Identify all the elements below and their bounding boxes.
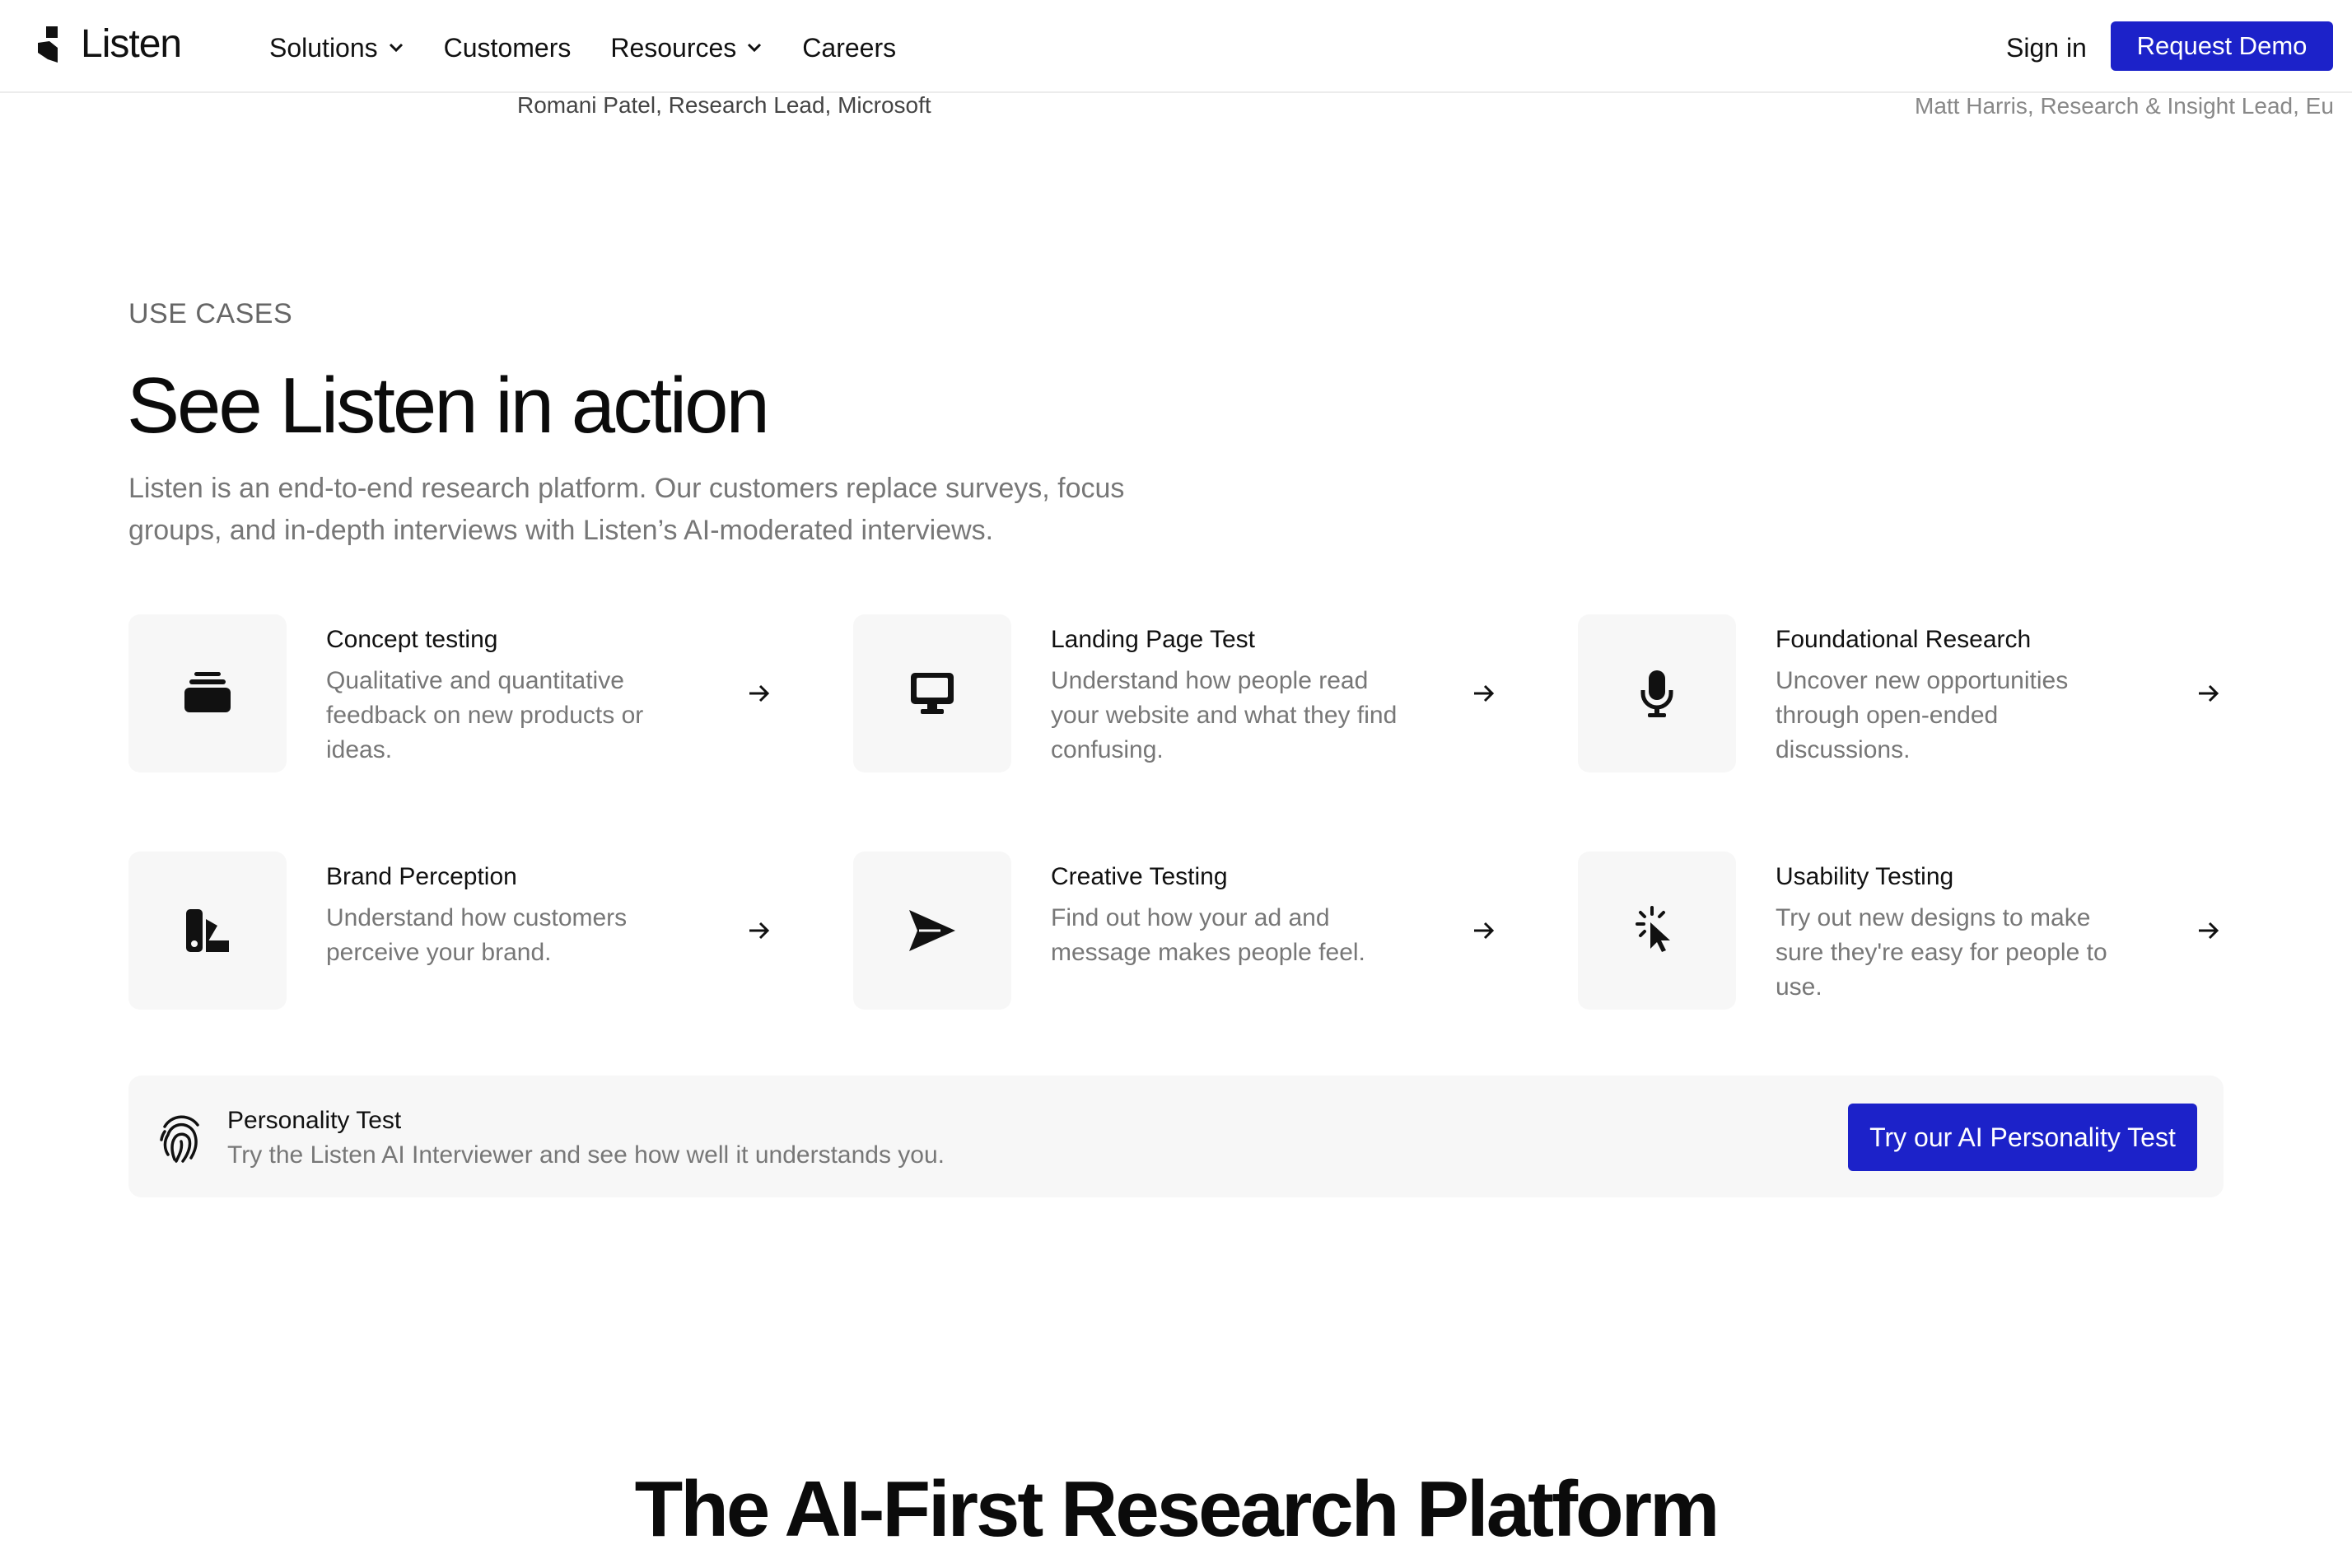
card-title: Creative Testing — [1051, 863, 1228, 890]
sign-in-link[interactable]: Sign in — [2006, 30, 2087, 66]
concept-stack-icon — [184, 672, 231, 712]
send-icon — [909, 910, 955, 951]
top-navigation-bar: Listen Solutions Customers Resources Car… — [0, 0, 2352, 93]
brand-name: Listen — [81, 22, 182, 66]
card-title: Landing Page Test — [1051, 626, 1255, 653]
testimonial-attribution: Matt Harris, Research & Insight Lead, Eu — [1915, 93, 2334, 119]
use-case-card-usability-testing[interactable]: Usability Testing Try out new designs to… — [1578, 852, 2225, 1010]
nav-item-resources[interactable]: Resources — [610, 30, 763, 66]
use-case-card-foundational-research[interactable]: Foundational Research Uncover new opport… — [1578, 614, 2225, 772]
personality-test-button[interactable]: Try our AI Personality Test — [1848, 1104, 2197, 1171]
main-nav: Solutions Customers Resources Careers — [269, 30, 936, 66]
swatches-icon — [186, 909, 229, 952]
card-icon-tile — [1578, 852, 1736, 1010]
nav-item-careers[interactable]: Careers — [802, 30, 896, 66]
section-subtitle: Listen is an end-to-end research platfor… — [128, 473, 1125, 546]
card-description: Understand how customers perceive your b… — [326, 904, 628, 966]
nav-item-solutions[interactable]: Solutions — [269, 30, 404, 66]
arrow-right-icon — [749, 684, 770, 702]
arrow-right-icon — [749, 922, 770, 940]
request-demo-button[interactable]: Request Demo — [2111, 21, 2333, 71]
arrow-right-icon — [1474, 684, 1495, 702]
use-case-card-landing-page-test[interactable]: Landing Page Test Understand how people … — [853, 614, 1500, 772]
chevron-down-icon — [389, 43, 403, 53]
arrow-right-icon — [1474, 922, 1495, 940]
card-description: Try out new designs to make sure they're… — [1776, 904, 2107, 1001]
testimonial-attribution: Romani Patel, Research Lead, Microsoft — [517, 92, 931, 118]
use-case-card-concept-testing[interactable]: Concept testing Qualitative and quantita… — [128, 614, 776, 772]
listen-logo-icon — [38, 26, 58, 63]
monitor-icon — [911, 673, 954, 714]
card-description: Uncover new opportunities through open-e… — [1776, 667, 2069, 763]
arrow-right-icon — [2199, 922, 2219, 940]
section-title: See Listen in action — [127, 362, 770, 450]
banner-description: Try the Listen AI Interviewer and see ho… — [227, 1141, 945, 1169]
card-icon-tile — [853, 852, 1011, 1010]
nav-label: Solutions — [269, 32, 378, 63]
nav-label: Resources — [610, 32, 737, 63]
card-description: Qualitative and quantitative feedback on… — [326, 667, 644, 763]
card-title: Concept testing — [326, 626, 498, 653]
platform-section-title: The AI-First Research Platform — [634, 1465, 1720, 1553]
card-icon-tile — [128, 614, 287, 772]
section-eyebrow: USE CASES — [128, 298, 293, 329]
microphone-icon — [1640, 670, 1673, 717]
fingerprint-icon — [160, 1115, 199, 1163]
cursor-click-icon — [1636, 906, 1670, 952]
card-description: Understand how people read your website … — [1051, 667, 1398, 763]
card-icon-tile — [1578, 614, 1736, 772]
banner-title: Personality Test — [227, 1107, 402, 1134]
card-title: Foundational Research — [1776, 626, 2032, 653]
chevron-down-icon — [748, 43, 762, 53]
use-case-card-creative-testing[interactable]: Creative Testing Find out how your ad an… — [853, 852, 1500, 1010]
card-icon-tile — [128, 852, 287, 1010]
use-case-card-brand-perception[interactable]: Brand Perception Understand how customer… — [128, 852, 776, 1010]
card-title: Usability Testing — [1776, 863, 1954, 890]
personality-test-banner: Personality Test Try the Listen AI Inter… — [128, 1076, 2224, 1197]
brand-logo[interactable]: Listen — [38, 22, 182, 66]
card-description: Find out how your ad and message makes p… — [1051, 904, 1365, 966]
nav-label: Customers — [443, 32, 572, 63]
card-title: Brand Perception — [326, 863, 517, 890]
card-icon-tile — [853, 614, 1011, 772]
arrow-right-icon — [2199, 684, 2219, 702]
nav-item-customers[interactable]: Customers — [444, 30, 572, 66]
nav-label: Careers — [802, 32, 897, 63]
